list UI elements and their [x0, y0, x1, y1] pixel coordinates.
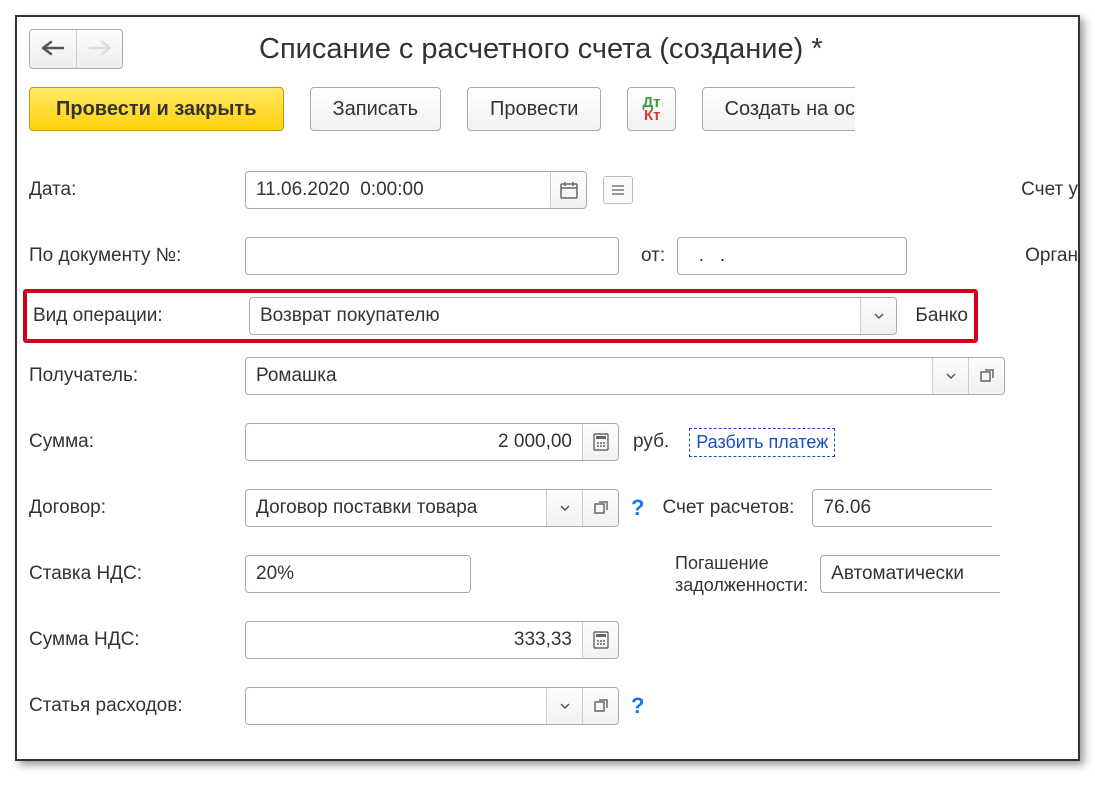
recipient-input[interactable]: [246, 358, 932, 394]
forward-arrow-icon: [88, 36, 112, 62]
calculator-icon[interactable]: [582, 424, 618, 460]
nav-buttons: [29, 29, 123, 69]
date-label: Дата:: [29, 179, 245, 201]
split-payment-link[interactable]: Разбить платеж: [689, 428, 835, 457]
back-button[interactable]: [30, 30, 76, 68]
help-icon[interactable]: ?: [619, 495, 652, 521]
open-external-icon[interactable]: [968, 358, 1004, 394]
calendar-icon[interactable]: [550, 172, 586, 208]
vat-amount-input[interactable]: [246, 622, 582, 658]
vat-rate-input[interactable]: [246, 556, 471, 592]
settlement-account-input[interactable]: [812, 489, 992, 527]
post-and-close-button[interactable]: Провести и закрыть: [29, 87, 284, 131]
debt-repayment-input[interactable]: [820, 555, 1000, 593]
chevron-down-icon[interactable]: [860, 298, 896, 334]
post-button[interactable]: Провести: [467, 87, 601, 131]
vat-amount-label: Сумма НДС:: [29, 629, 245, 651]
open-external-icon[interactable]: [582, 688, 618, 724]
account-label: Счет у: [1021, 179, 1078, 201]
page-title: Списание с расчетного счета (создание) *: [139, 33, 1078, 66]
contract-label: Договор:: [29, 497, 245, 519]
back-arrow-icon: [41, 36, 65, 62]
operation-type-input[interactable]: [250, 298, 860, 334]
dtkt-button[interactable]: ДтКт: [627, 87, 675, 131]
debt-repayment-label: Погашение задолженности:: [651, 552, 820, 597]
expense-item-input[interactable]: [246, 688, 546, 724]
from-date-input[interactable]: [678, 238, 907, 274]
help-icon[interactable]: ?: [619, 693, 652, 719]
amount-label: Сумма:: [29, 431, 245, 453]
currency-label: руб.: [619, 431, 689, 453]
expense-item-label: Статья расходов:: [29, 695, 245, 717]
record-button[interactable]: Записать: [310, 87, 441, 131]
doc-no-label: По документу №:: [29, 245, 245, 267]
dtkt-icon: ДтКт: [642, 95, 660, 123]
contract-input[interactable]: [246, 490, 546, 526]
chevron-down-icon[interactable]: [546, 490, 582, 526]
chevron-down-icon[interactable]: [932, 358, 968, 394]
vat-rate-label: Ставка НДС:: [29, 563, 245, 585]
bank-label: Банко: [897, 305, 968, 327]
date-input[interactable]: [246, 172, 550, 208]
create-based-on-button[interactable]: Создать на ос: [702, 87, 855, 131]
list-icon[interactable]: [603, 176, 633, 204]
org-label: Орган: [1025, 245, 1078, 267]
from-label: от:: [619, 245, 677, 267]
open-external-icon[interactable]: [582, 490, 618, 526]
doc-no-input[interactable]: [245, 237, 619, 275]
recipient-label: Получатель:: [29, 365, 245, 387]
amount-input[interactable]: [246, 424, 582, 460]
settlement-account-label: Счет расчетов:: [652, 497, 812, 519]
calculator-icon[interactable]: [582, 622, 618, 658]
chevron-down-icon[interactable]: [546, 688, 582, 724]
forward-button[interactable]: [76, 30, 122, 68]
operation-type-label: Вид операции:: [27, 305, 249, 327]
